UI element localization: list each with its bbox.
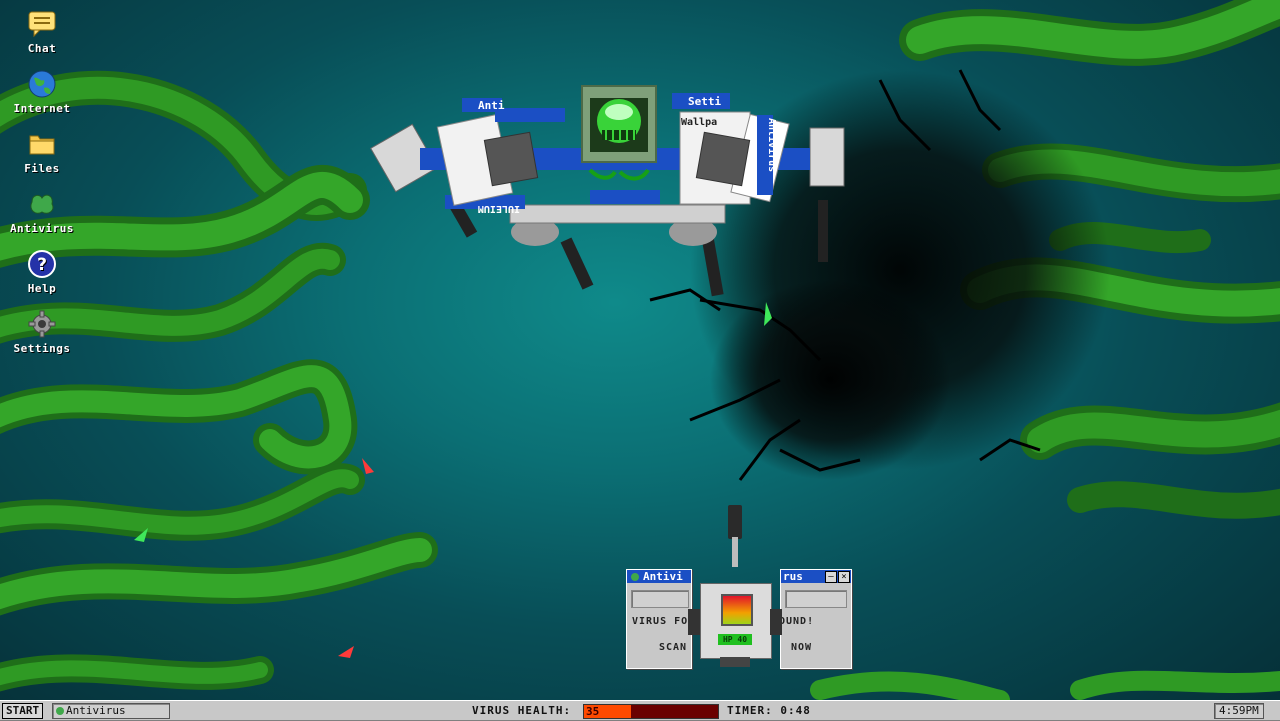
player-right-text: OUND! xyxy=(779,616,815,627)
player-ship[interactable]: Antivi VIRUS FO SCAN rus – × OUND! NOW H… xyxy=(624,505,854,670)
player-thruster xyxy=(720,657,750,667)
clock: 4:59PM xyxy=(1214,703,1264,719)
left-vines xyxy=(0,70,438,692)
player-connector-right xyxy=(770,609,782,635)
chat-bubble-icon xyxy=(28,11,56,38)
virus-health-bar: 35 xyxy=(583,704,719,719)
help-question-icon: ? xyxy=(28,250,56,278)
taskbar-item-antivirus[interactable]: Antivirus xyxy=(52,703,170,719)
close-button[interactable]: × xyxy=(838,571,850,583)
player-right-field xyxy=(785,590,847,608)
minimize-button[interactable]: – xyxy=(825,571,837,583)
antivirus-blob-icon xyxy=(56,707,64,715)
desktop-icon-settings[interactable]: Settings xyxy=(0,308,84,355)
desktop-icon-internet[interactable]: Internet xyxy=(0,68,84,115)
scan-button[interactable]: SCAN xyxy=(659,642,687,653)
taskbar: START Antivirus VIRUS HEALTH: 35 TIMER: … xyxy=(0,700,1280,721)
boss-window-title-settings: Setti xyxy=(688,95,721,108)
boss-flipped-label: IULEIUM xyxy=(478,203,520,214)
desktop-icon-help[interactable]: ? Help xyxy=(0,248,84,295)
start-button[interactable]: START xyxy=(2,703,44,719)
player-health-gauge xyxy=(721,594,753,626)
scan-now-button[interactable]: NOW xyxy=(791,642,812,653)
antivirus-blob-icon xyxy=(30,194,54,214)
virus-health-value: 35 xyxy=(586,705,600,718)
timer-label: TIMER: 0:48 xyxy=(727,704,811,717)
svg-text:?: ? xyxy=(37,255,47,275)
desktop-icon-files[interactable]: Files xyxy=(0,128,84,175)
player-left-field xyxy=(631,590,689,608)
desktop-icon-antivirus[interactable]: Antivirus xyxy=(0,188,84,235)
virus-health-label: VIRUS HEALTH: xyxy=(472,704,572,717)
folder-icon xyxy=(29,135,55,155)
desktop-icon-label: Internet xyxy=(13,102,71,115)
antivirus-blob-icon xyxy=(631,573,639,581)
desktop-icon-label: Help xyxy=(27,282,57,295)
boss-window-title-antivirus: Antivirus xyxy=(766,118,778,172)
player-hp-label: HP 40 xyxy=(718,634,752,645)
player-cannon xyxy=(728,505,742,539)
player-core: HP 40 xyxy=(700,583,772,659)
red-virus-shot xyxy=(362,458,374,474)
boss-window-wallpaper: Wallpa xyxy=(681,117,717,128)
gear-icon xyxy=(28,310,56,338)
desktop-icon-label: Chat xyxy=(27,42,57,55)
red-virus-shot xyxy=(338,646,354,658)
player-right-window: rus – × OUND! NOW xyxy=(779,569,852,669)
player-left-window: Antivi VIRUS FO SCAN xyxy=(626,569,692,669)
taskbar-item-label: Antivirus xyxy=(66,704,126,717)
desktop-icon-label: Settings xyxy=(13,342,71,355)
globe-icon xyxy=(28,70,56,98)
player-left-text: VIRUS FO xyxy=(632,616,689,627)
desktop-icon-label: Antivirus xyxy=(9,222,75,235)
desktop-icon-label: Files xyxy=(24,162,60,175)
player-connector-left xyxy=(688,609,700,635)
boss-window-title-anti: Anti xyxy=(478,99,505,112)
player-cannon-base xyxy=(732,537,738,567)
desktop-icon-chat[interactable]: Chat xyxy=(0,8,84,55)
